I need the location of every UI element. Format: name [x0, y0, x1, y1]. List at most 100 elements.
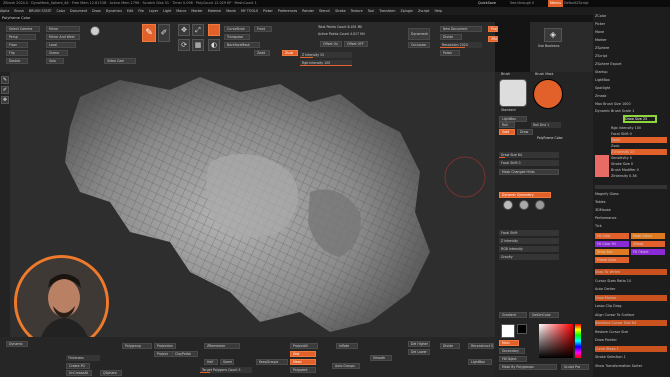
palette-tail-row[interactable]: Restore Cursor Size	[595, 329, 667, 335]
menu-item[interactable]: Tool	[368, 9, 374, 13]
auto-groups-button[interactable]: Auto Groups	[332, 363, 360, 369]
menu-item[interactable]: Render	[302, 9, 314, 13]
dynamic-brush-scale-row[interactable]: Dynamic Brush Scale 1	[595, 108, 667, 114]
menu-item[interactable]: Zscript	[418, 9, 429, 13]
palette-item[interactable]: Marker	[595, 37, 667, 43]
menu-item[interactable]: Texture	[351, 9, 363, 13]
main-button[interactable]: Main	[499, 340, 519, 346]
del-higher-button[interactable]: Del Higher	[408, 341, 430, 347]
gradient-button[interactable]: Gradient	[499, 312, 527, 318]
palette-tail-row[interactable]: Draw Marker	[595, 294, 667, 301]
occlusion-button[interactable]: Occlusion	[408, 42, 430, 48]
sculpt-pro-button[interactable]: Sculpt Pro	[561, 364, 589, 370]
mirror-weld-button[interactable]: Mirror And Weld	[46, 34, 80, 40]
focal-shift-row[interactable]: Focal Shift	[499, 230, 559, 236]
divide-button[interactable]: Divide	[440, 34, 462, 40]
menu-item[interactable]: Material	[208, 9, 221, 13]
palette-tail-row[interactable]: Auto Center	[595, 286, 667, 292]
palette-item[interactable]: ZSphere	[595, 45, 667, 51]
front-button[interactable]: Front	[254, 26, 272, 32]
z-intensity-slider[interactable]: Z Intensity 25	[300, 52, 352, 58]
palette-tail-row[interactable]: Align Cursor To Surface	[595, 312, 667, 318]
palette-tail-row[interactable]: Show Transformation Sorter	[595, 363, 667, 369]
uncrease-all-button[interactable]: UnCreaseAll	[66, 370, 92, 376]
del-lower-button[interactable]: Del Lower	[408, 349, 430, 355]
menu-item[interactable]: Brush	[14, 9, 24, 13]
qsphere-button[interactable]: QSphere	[100, 370, 122, 376]
polypaint-button[interactable]: Polypaint	[290, 367, 316, 373]
menu-item[interactable]: Draw	[92, 9, 101, 13]
use-booleans-label[interactable]: Use Booleans	[536, 44, 576, 50]
video-cam-button[interactable]: Video Cam	[104, 58, 136, 64]
palette-color-button[interactable]: Fill Color Fill	[595, 241, 629, 247]
booleans-icon[interactable]: ◈	[544, 28, 562, 42]
palette-color-button[interactable]: ZMask	[631, 241, 665, 247]
offset-on-button[interactable]: Offset On	[320, 41, 342, 47]
rgb-intensity-slider[interactable]: Rgb Intensity 100	[300, 60, 352, 66]
menu-item[interactable]: Preferences	[278, 9, 297, 13]
create-pg-button[interactable]: Create PG	[66, 363, 90, 369]
material-icon[interactable]: ◐	[208, 39, 220, 51]
palette-lower-item[interactable]: Performance	[595, 215, 667, 221]
menu-item[interactable]: MY TOOLS	[241, 9, 258, 13]
palette-lower-item[interactable]: Tables	[595, 199, 667, 205]
default-zscript-button[interactable]: DefaultZScript	[564, 0, 589, 7]
edit-mode-icon[interactable]: ✎	[142, 24, 156, 42]
lightbox-bottom-button[interactable]: LightBox	[468, 359, 492, 365]
rotate-icon[interactable]: ⟳	[178, 39, 190, 51]
brush-mask-icon[interactable]	[533, 79, 563, 109]
draw-mode-icon[interactable]: ✐	[158, 24, 170, 42]
palette-tail-row[interactable]: Backface Cursor Size 64	[595, 320, 667, 326]
mask-changed-button[interactable]: Mask Changed Hints	[499, 169, 559, 175]
palette-tail-row[interactable]: Snap To Vertex	[595, 269, 667, 275]
palette-tail-row[interactable]: Cursor Sizes Ratio 10	[595, 278, 667, 284]
palette-item[interactable]: LightBox	[595, 77, 667, 83]
roll-dist-slider[interactable]: Roll Dist 1	[531, 122, 561, 128]
palette-lower-item[interactable]: Tick	[595, 223, 667, 229]
palette-tail-row[interactable]: Curve Steps 1	[595, 345, 667, 352]
move-tool-icon[interactable]: ✥	[1, 96, 9, 104]
polyframe-color-button[interactable]: PolyFrame Color	[535, 136, 575, 142]
menu-item[interactable]: Picker	[263, 9, 273, 13]
polygroup-button[interactable]: Polygroup	[122, 343, 152, 349]
divide-bottom-button[interactable]: Divide	[440, 343, 460, 349]
texture-preview-icon[interactable]	[535, 200, 545, 210]
project-button[interactable]: Project	[488, 26, 498, 32]
mirror-button[interactable]: Mirror	[46, 26, 80, 32]
menu-item[interactable]: Layer	[149, 9, 158, 13]
palette-item[interactable]: ZSphere Export	[595, 61, 667, 67]
menu-item[interactable]: BRUSH STATE	[29, 9, 52, 13]
dist-button[interactable]: Dist	[290, 351, 316, 357]
project-all-button[interactable]: ProjectAll	[290, 343, 318, 349]
alpha-preview-icon[interactable]	[503, 200, 513, 210]
draw-icon[interactable]: ✐	[1, 86, 9, 94]
edit-icon[interactable]: ✎	[1, 76, 9, 84]
menu-item[interactable]: Marker	[191, 9, 202, 13]
transpose-button[interactable]: Transpose	[224, 34, 250, 40]
mask-by-polygroups-button[interactable]: Mask By Polygroups	[499, 364, 557, 370]
new-document-button[interactable]: New Document	[440, 26, 482, 32]
palette-item[interactable]: Picker	[595, 21, 667, 27]
gold-button[interactable]: Gold	[499, 129, 515, 135]
double-button[interactable]: Double	[6, 58, 28, 64]
thickness-slider[interactable]: Thickness	[66, 355, 100, 361]
keepgroups-button[interactable]: KeepGroups	[256, 359, 288, 365]
palette-color-button[interactable]: Fill Object	[631, 249, 665, 255]
move-icon[interactable]: ✥	[178, 24, 190, 36]
menu-item[interactable]: Macro	[176, 9, 186, 13]
offset-off-button[interactable]: Offset OFF	[344, 41, 368, 47]
palette-lower-item[interactable]: 3DMouse	[595, 207, 667, 213]
mean-button[interactable]: Mean	[290, 359, 316, 365]
palette-color-button[interactable]: Draw Axis	[595, 249, 629, 255]
polish-button[interactable]: Polish	[440, 50, 460, 56]
zremesher-bottom-button[interactable]: ZRemesher	[204, 343, 240, 349]
zadd-button[interactable]: Zadd	[254, 50, 270, 56]
gravity-row[interactable]: Gravity	[499, 254, 559, 260]
menu-item[interactable]: Stencil	[319, 9, 330, 13]
sphere-icon[interactable]	[90, 26, 100, 36]
menu-item[interactable]: Color	[56, 9, 65, 13]
main-color-swatch[interactable]	[501, 324, 515, 338]
standard-brush-icon[interactable]	[499, 79, 527, 107]
color-picker[interactable]	[539, 324, 573, 358]
max-brush-size-row[interactable]: Max Brush Size 1000	[595, 101, 667, 107]
